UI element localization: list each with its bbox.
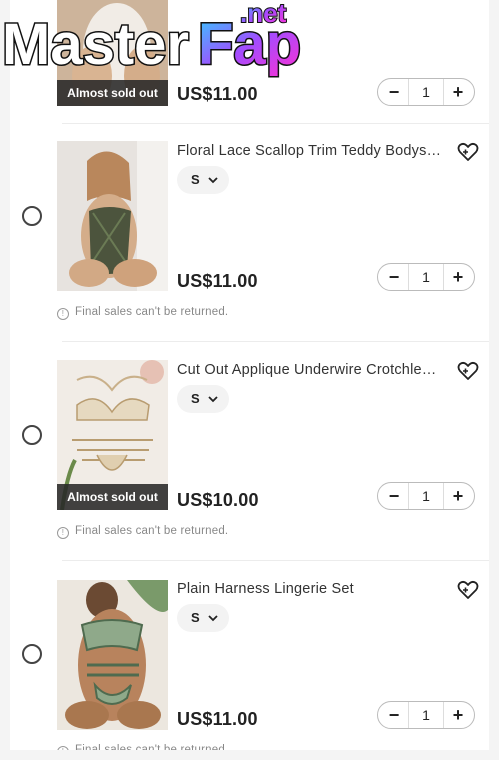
product-image[interactable] [57,141,168,291]
size-dropdown[interactable]: S [177,604,229,632]
chevron-down-icon [208,615,218,622]
product-image[interactable] [57,580,168,730]
chevron-down-icon [208,177,218,184]
decrease-quantity-button[interactable]: − [380,264,409,290]
product-title[interactable]: Cut Out Applique Underwire Crotchless... [177,362,442,378]
quantity-value[interactable]: 1 [408,79,444,105]
item-price: US$11.00 [177,271,258,291]
product-title[interactable]: Plain Harness Lingerie Set [177,581,442,597]
quantity-stepper[interactable]: − 1 + [377,263,475,291]
product-image[interactable]: Almost sold out [57,360,168,510]
select-item-radio[interactable] [22,644,42,664]
quantity-value[interactable]: 1 [408,702,444,728]
cart-item: Floral Lace Scallop Trim Teddy Bodysuit … [10,124,489,342]
size-dropdown[interactable]: S [177,385,229,413]
decrease-quantity-button[interactable]: − [380,79,409,105]
heart-plus-icon[interactable] [457,361,479,381]
quantity-stepper[interactable]: − 1 + [377,701,475,729]
size-value: S [191,391,200,406]
quantity-stepper[interactable]: − 1 + [377,78,475,106]
chevron-down-icon [208,396,218,403]
info-icon: ! [57,308,69,320]
item-price: US$10.00 [177,490,259,510]
right-gutter [489,0,499,760]
final-sale-note: ! Final sales can't be returned. [57,525,228,539]
decrease-quantity-button[interactable]: − [380,483,409,509]
increase-quantity-button[interactable]: + [443,79,472,105]
size-value: S [191,172,200,187]
cart-item: Almost sold out US$11.00 − 1 + [10,0,489,124]
almost-sold-out-badge: Almost sold out [57,80,168,106]
quantity-value[interactable]: 1 [408,483,444,509]
product-title[interactable]: Floral Lace Scallop Trim Teddy Bodysuit [177,143,442,159]
left-gutter [0,0,10,760]
note-text: Final sales can't be returned. [75,306,229,318]
increase-quantity-button[interactable]: + [443,702,472,728]
cart-item: Plain Harness Lingerie Set S US$11.00 − … [10,561,489,758]
decrease-quantity-button[interactable]: − [380,702,409,728]
select-item-radio[interactable] [22,206,42,226]
heart-plus-icon[interactable] [457,142,479,162]
select-item-radio[interactable] [22,425,42,445]
increase-quantity-button[interactable]: + [443,264,472,290]
size-value: S [191,610,200,625]
note-text: Final sales can't be returned. [75,525,229,537]
size-dropdown[interactable]: S [177,166,229,194]
almost-sold-out-badge: Almost sold out [57,484,168,510]
quantity-stepper[interactable]: − 1 + [377,482,475,510]
cart-item: Almost sold out Cut Out Applique Underwi… [10,342,489,561]
product-image[interactable]: Almost sold out [57,0,168,106]
heart-plus-icon[interactable] [457,580,479,600]
product-photo [57,141,168,291]
item-price: US$11.00 [177,84,258,104]
info-icon: ! [57,527,69,539]
increase-quantity-button[interactable]: + [443,483,472,509]
bottom-edge [0,750,499,760]
product-photo [57,580,168,730]
item-price: US$11.00 [177,709,258,729]
quantity-value[interactable]: 1 [408,264,444,290]
final-sale-note: ! Final sales can't be returned. [57,306,228,320]
